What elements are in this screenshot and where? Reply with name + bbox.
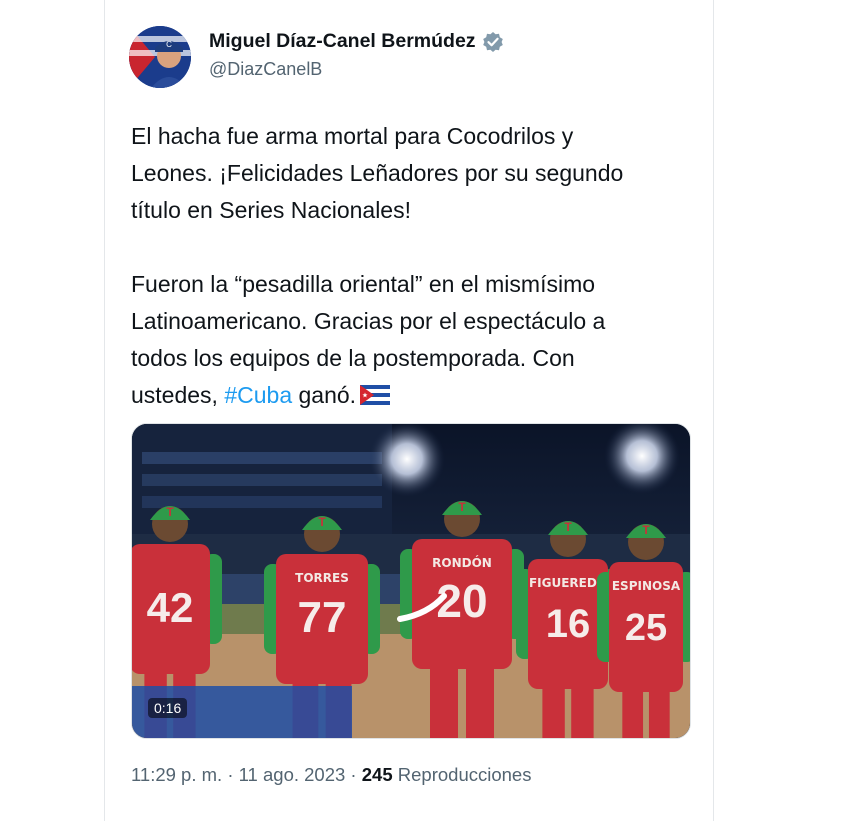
views-count: 245 [361, 764, 393, 785]
video-media[interactable]: T 42 T TORRES 77 T RONDÓN 20 T FIGUEREDO 16 T ESPINO… [131, 423, 691, 739]
tweet-date[interactable]: 11 ago. 2023 [239, 764, 346, 785]
video-frame: T 42 T TORRES 77 T RONDÓN 20 T FIGUEREDO 16 T ESPINO… [132, 424, 690, 738]
jersey-number: 16 [546, 602, 591, 646]
tweet-header: C Miguel Díaz-Canel Bermúdez @DiazCanelB [129, 26, 689, 90]
jersey-name: ESPINOSA [612, 579, 681, 593]
tweet-line-text: ustedes, [131, 382, 225, 408]
jersey-number: 42 [147, 584, 194, 631]
tweet-line: ustedes, #Cuba ganó. [131, 377, 691, 414]
player-leg [466, 659, 494, 738]
tweet-line-text: ganó. [292, 382, 357, 408]
jersey-name: FIGUEREDO [529, 576, 607, 590]
views-label: Reproducciones [392, 764, 532, 785]
cap-letter: T [166, 505, 174, 519]
tweet-line: El hacha fue arma mortal para Cocodrilos… [131, 123, 574, 149]
tweet-line: todos los equipos de la postemporada. Co… [131, 345, 575, 371]
video-duration: 0:16 [148, 698, 188, 718]
cap-letter: T [318, 515, 326, 529]
meta-separator: · [345, 764, 362, 785]
hashtag-link[interactable]: #Cuba [224, 382, 292, 408]
author-handle[interactable]: @DiazCanelB [209, 59, 504, 80]
jersey-number: 20 [436, 575, 487, 627]
author-block: Miguel Díaz-Canel Bermúdez @DiazCanelB [209, 30, 504, 80]
cap-letter: T [564, 520, 572, 534]
avatar[interactable]: C [129, 26, 191, 88]
jersey-number: 77 [298, 593, 347, 642]
verified-badge-icon [482, 31, 504, 53]
cap-letter: T [642, 523, 650, 537]
tweet-meta: 11:29 p. m. · 11 ago. 2023 · 245 Reprodu… [131, 764, 531, 786]
author-name[interactable]: Miguel Díaz-Canel Bermúdez [209, 30, 476, 53]
tweet-time[interactable]: 11:29 p. m. [131, 764, 222, 785]
cap-letter: T [458, 500, 466, 514]
tweet-text: El hacha fue arma mortal para Cocodrilos… [131, 118, 691, 414]
svg-text:C: C [166, 40, 172, 49]
tweet-line: título en Series Nacionales! [131, 197, 411, 223]
tweet-line: Fueron la “pesadilla oriental” en el mis… [131, 271, 596, 297]
cuba-flag-icon [360, 379, 391, 405]
player-leg [430, 659, 458, 738]
jersey-number: 25 [625, 607, 667, 649]
meta-separator: · [222, 764, 239, 785]
tweet-card: C Miguel Díaz-Canel Bermúdez @DiazCanelB… [104, 0, 714, 821]
jersey-name: RONDÓN [432, 555, 492, 570]
tweet-line: Latinoamericano. Gracias por el espectác… [131, 308, 606, 334]
tweet-line: Leones. ¡Felicidades Leñadores por su se… [131, 160, 624, 186]
jersey-name: TORRES [295, 571, 349, 585]
